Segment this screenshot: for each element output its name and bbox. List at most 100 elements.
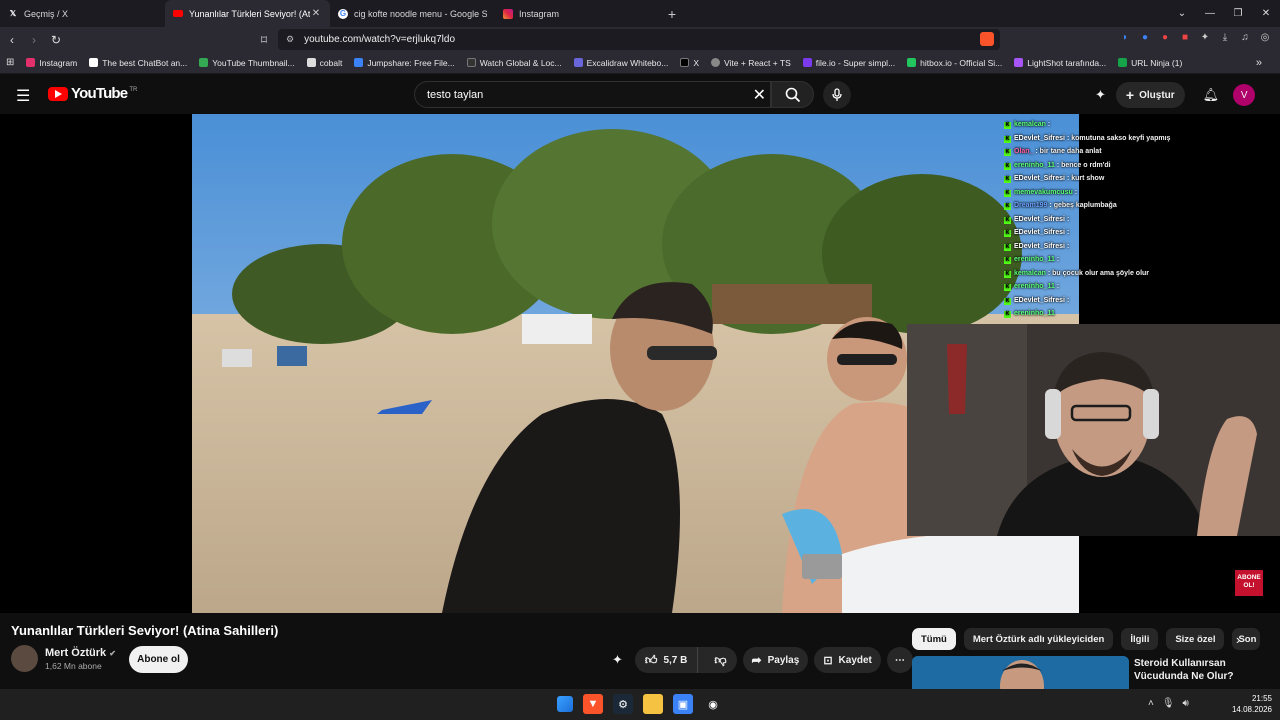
tab-list-icon[interactable]: ⌄ [1168,0,1196,27]
tab-title: Yunanlılar Türkleri Seviyor! (Atin [189,8,310,19]
address-bar[interactable]: ⚙ youtube.com/watch?v=erjlukq7ldo [278,29,1000,50]
file-explorer-icon[interactable] [643,694,663,714]
share-button[interactable]: ➦ Paylaş [742,647,809,673]
bookmark-item[interactable]: The best ChatBot an... [89,58,187,68]
chevron-up-icon[interactable]: ˄ [1148,698,1154,709]
extension-icon[interactable]: ■ [1178,31,1192,45]
bookmark-icon[interactable]: ⌑ [254,33,274,47]
chat-message: Kereninho_11 : [1004,253,1184,267]
brave-browser-icon[interactable]: ▼ [583,694,603,714]
minimize-button[interactable]: — [1196,0,1224,27]
chevron-right-icon[interactable]: › [1236,632,1240,647]
discord-icon[interactable]: ◉ [703,694,723,714]
system-clock[interactable]: 21:55 14.08.2026 [1228,693,1272,715]
save-bookmark-icon: ⊡ [823,654,833,667]
chat-text: : komutuna sakso keyfi yapmış [1066,134,1171,142]
more-actions-button[interactable]: ⋯ [886,647,913,673]
browser-tab-youtube[interactable]: Yunanlılar Türkleri Seviyor! (Atin ✕ [165,0,330,27]
extension-icon[interactable]: ✦ [612,652,623,668]
bookmark-item[interactable]: hitbox.io - Official Si... [907,58,1002,68]
more-bookmarks-icon[interactable]: » [1256,57,1262,69]
stream-chat-overlay: Kkemalcan : K EDevlet_Sifresi : komutuna … [1004,118,1184,321]
youtube-logo[interactable]: YouTube TR [48,85,137,102]
sound-icon[interactable]: ◗ [1118,31,1132,45]
extension-icon[interactable]: ● [1158,31,1172,45]
bookmark-item[interactable]: LightShot tarafında... [1014,58,1106,68]
chat-text: : [1056,256,1060,263]
back-button[interactable]: ‹ [2,33,22,47]
chat-user: Dream199 [1014,202,1048,209]
chat-user: EDevlet_Sifresi [1014,229,1065,236]
bookmark-item[interactable]: Instagram [26,58,77,68]
bookmark-favicon-icon [1014,58,1024,67]
bookmark-favicon-icon [907,58,917,67]
extension-icon[interactable]: ✦ [1095,87,1106,103]
search-button[interactable] [771,81,814,108]
recommendation-title[interactable]: Steroid Kullanırsan Vücudunda Ne Olur? [1134,657,1254,683]
like-button[interactable]: 👍︎ 5,7 B [635,647,699,673]
bookmark-item[interactable]: YouTube Thumbnail... [199,58,295,68]
brave-shield-icon[interactable] [980,32,994,46]
channel-avatar[interactable] [11,645,38,672]
volume-icon[interactable]: 🔊︎ [1183,698,1189,709]
browser-tab-x[interactable]: 𝕏 Geçmiş / X [0,0,165,27]
steam-icon[interactable]: ⚙ [613,694,633,714]
avatar[interactable]: V [1233,84,1256,106]
dislike-button[interactable]: 👎︎ [704,647,736,673]
voice-search-button[interactable] [823,81,851,109]
chat-message: K EDevlet_Sifresi : [1004,213,1184,227]
bookmark-label: Vite + React + TS [724,57,791,68]
bookmark-item[interactable]: cobalt [306,58,342,68]
browser-tab-google[interactable]: G cig kofte noodle menu - Google Sear [330,0,495,27]
bookmark-item[interactable]: Jumpshare: Free File... [354,58,455,68]
chip-all[interactable]: Tümü [912,628,956,650]
recommendation-thumbnail[interactable] [912,656,1129,690]
music-icon[interactable]: ♫ [1238,31,1252,45]
apps-grid-icon[interactable]: ⊞ [6,57,14,68]
microphone-tray-icon[interactable]: 🎙︎ [1162,698,1175,709]
bookmark-item[interactable]: URL Ninja (1) [1118,58,1182,68]
notifications-bell-icon[interactable]: 🔔︎ [1203,87,1220,103]
subscribe-button[interactable]: Abone ol [129,646,188,673]
video-title: Yunanlılar Türkleri Seviyor! (Atina Sahi… [11,623,279,638]
hamburger-menu-icon[interactable]: ☰ [16,86,30,106]
close-window-button[interactable]: ✕ [1252,0,1280,27]
browser-tab-instagram[interactable]: Instagram [495,0,660,27]
bookmark-item[interactable]: Watch Global & Loc... [466,58,562,68]
clear-search-icon[interactable]: ✕ [753,85,766,105]
chip-related[interactable]: İlgili [1121,628,1159,650]
chip-from-uploader[interactable]: Mert Öztürk adlı yükleyiciden [963,628,1114,650]
os-taskbar: ▼ ⚙ ▣ ◉ ˄ 🎙︎ 🔊︎ 21:55 14.08.2026 [0,689,1280,720]
bookmark-item[interactable]: Vite + React + TS [711,58,791,68]
bookmark-item[interactable]: Excalidraw Whitebo... [573,58,668,68]
channel-name[interactable]: Mert Öztürk ✔ [45,647,116,659]
site-info-icon[interactable]: ⚙ [286,34,294,45]
chat-user: memevakumcusu [1014,188,1073,196]
x-logo-icon: 𝕏 [9,9,17,18]
search-input[interactable]: testo taylan ✕ [414,81,771,108]
extension-icon[interactable]: ● [1138,31,1152,45]
bookmark-item[interactable]: X [680,58,699,68]
chip-for-you[interactable]: Size özel [1166,628,1225,650]
puzzle-icon[interactable]: ✦ [1198,31,1212,45]
kick-badge-icon: K [1004,230,1011,237]
save-button[interactable]: ⊡ Kaydet [814,647,881,673]
create-button[interactable]: + Oluştur [1115,82,1185,108]
reload-button[interactable]: ↻ [46,33,66,47]
video-player[interactable]: Kkemalcan : K EDevlet_Sifresi : komutuna … [0,114,1280,613]
streamer-webcam-image [907,324,1280,536]
chat-user: ereninho_11 [1014,283,1055,290]
new-tab-button[interactable]: + [660,6,684,22]
forward-button[interactable]: › [24,33,44,47]
download-icon[interactable]: ⤓ [1218,31,1232,45]
close-tab-icon[interactable]: ✕ [310,8,322,19]
maximize-button[interactable]: ❐ [1224,0,1252,27]
kick-badge-icon: K [1004,135,1011,143]
windows-start-icon[interactable] [557,696,573,712]
like-dislike-group: 👍︎ 5,7 B 👎︎ [634,647,737,673]
photos-icon[interactable]: ▣ [673,694,693,714]
vpn-icon[interactable]: ◎ [1258,31,1272,45]
more-icon: ⋯ [894,654,905,666]
bookmark-item[interactable]: file.io - Super simpl... [802,58,895,68]
kick-badge-icon: K [1004,270,1011,278]
